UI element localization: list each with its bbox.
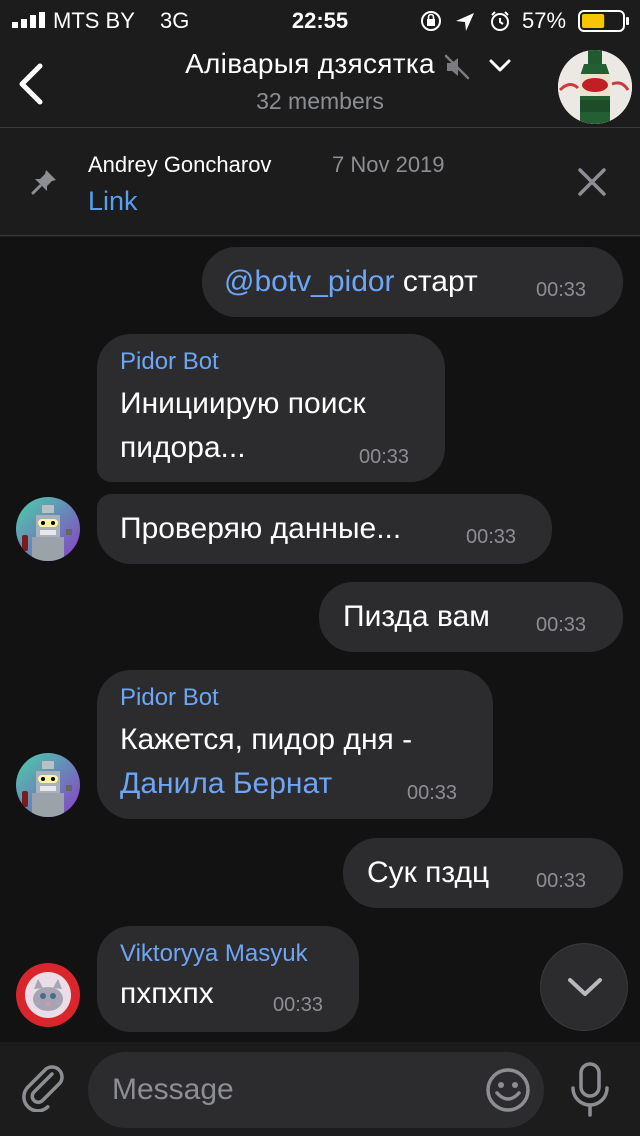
avatar[interactable] bbox=[16, 753, 80, 817]
rotation-lock-icon bbox=[421, 11, 441, 31]
message-bubble[interactable]: @botv_pidor старт 00:33 bbox=[202, 247, 623, 317]
scroll-to-bottom-button[interactable] bbox=[540, 943, 628, 1031]
bender-avatar-image bbox=[16, 753, 80, 817]
mention-link[interactable]: @botv_pidor bbox=[224, 265, 395, 298]
message-text: Проверяю данные... bbox=[120, 512, 402, 545]
member-count[interactable]: 32 members bbox=[0, 88, 640, 115]
chat-title[interactable]: Аліварыя дзясятка bbox=[0, 48, 640, 80]
message-time: 00:33 bbox=[359, 446, 410, 468]
message-bubble[interactable]: Проверяю данные... 00:33 bbox=[97, 494, 552, 564]
message-sender[interactable]: Viktoryya Masyuk bbox=[120, 940, 308, 968]
location-icon bbox=[456, 13, 474, 31]
message-body: старт bbox=[402, 265, 478, 298]
bender-avatar-image bbox=[16, 497, 80, 561]
chat-title-text[interactable]: Аліварыя дзясятка bbox=[185, 48, 435, 79]
chat-area: @botv_pidor старт 00:33 Pidor Bot Иниции… bbox=[0, 237, 640, 1042]
message-time: 00:33 bbox=[407, 782, 458, 804]
status-bar: MTS BY 3G 22:55 57% bbox=[0, 0, 640, 40]
alarm-icon bbox=[491, 11, 509, 31]
message-sender[interactable]: Pidor Bot bbox=[120, 684, 219, 712]
message-text: Пизда вам bbox=[343, 600, 490, 633]
message-time: 00:33 bbox=[536, 870, 587, 892]
message-text-line: пидора... bbox=[120, 431, 246, 464]
close-icon[interactable] bbox=[574, 164, 610, 200]
chat-header: Аліварыя дзясятка 32 members bbox=[0, 40, 640, 128]
message-time: 00:33 bbox=[273, 994, 324, 1016]
message-text: пхпхпх bbox=[120, 977, 214, 1010]
message-bubble[interactable]: Pidor Bot Кажется, пидор дня - Данила Бе… bbox=[97, 670, 493, 819]
pinned-link[interactable]: Link bbox=[88, 186, 138, 217]
message-text: Кажется, пидор дня - bbox=[120, 723, 413, 756]
battery-icon bbox=[578, 10, 629, 32]
message-time: 00:33 bbox=[536, 279, 587, 301]
message-bubble[interactable]: Viktoryya Masyuk пхпхпх 00:33 bbox=[97, 926, 359, 1032]
mute-icon bbox=[444, 54, 470, 80]
message-sender[interactable]: Pidor Bot bbox=[120, 348, 219, 376]
message-input-bar bbox=[0, 1042, 640, 1136]
message-bubble[interactable]: Пизда вам 00:33 bbox=[319, 582, 623, 652]
battery-percent: 57% bbox=[522, 8, 567, 33]
microphone-icon[interactable] bbox=[568, 1062, 612, 1118]
chevron-down-icon bbox=[568, 978, 602, 996]
message-time: 00:33 bbox=[466, 526, 517, 548]
message-text: Сук пздц bbox=[367, 856, 490, 889]
bottle-image bbox=[558, 50, 632, 124]
emoji-icon[interactable] bbox=[484, 1066, 532, 1114]
message-time: 00:33 bbox=[536, 614, 587, 636]
user-mention-link[interactable]: Данила Бернат bbox=[120, 762, 332, 806]
attach-icon[interactable] bbox=[20, 1064, 68, 1112]
pinned-date: 7 Nov 2019 bbox=[332, 152, 445, 177]
message-input[interactable] bbox=[88, 1052, 544, 1128]
status-icons bbox=[421, 11, 509, 31]
group-avatar[interactable] bbox=[558, 50, 632, 124]
cat-avatar-image bbox=[16, 963, 80, 1027]
avatar[interactable] bbox=[16, 963, 80, 1027]
message-bubble[interactable]: Pidor Bot Инициирую поиск пидора... 00:3… bbox=[97, 334, 445, 482]
avatar[interactable] bbox=[16, 497, 80, 561]
message-bubble[interactable]: Сук пздц 00:33 bbox=[343, 838, 623, 908]
pinned-message-bar[interactable]: Andrey Goncharov 7 Nov 2019 Link bbox=[0, 128, 640, 236]
pin-icon bbox=[31, 170, 56, 195]
message-text-line: Инициирую поиск bbox=[120, 387, 366, 420]
pinned-author: Andrey Goncharov bbox=[88, 152, 272, 177]
message-text: @botv_pidor старт bbox=[224, 260, 478, 304]
chevron-down-icon[interactable] bbox=[488, 58, 512, 74]
